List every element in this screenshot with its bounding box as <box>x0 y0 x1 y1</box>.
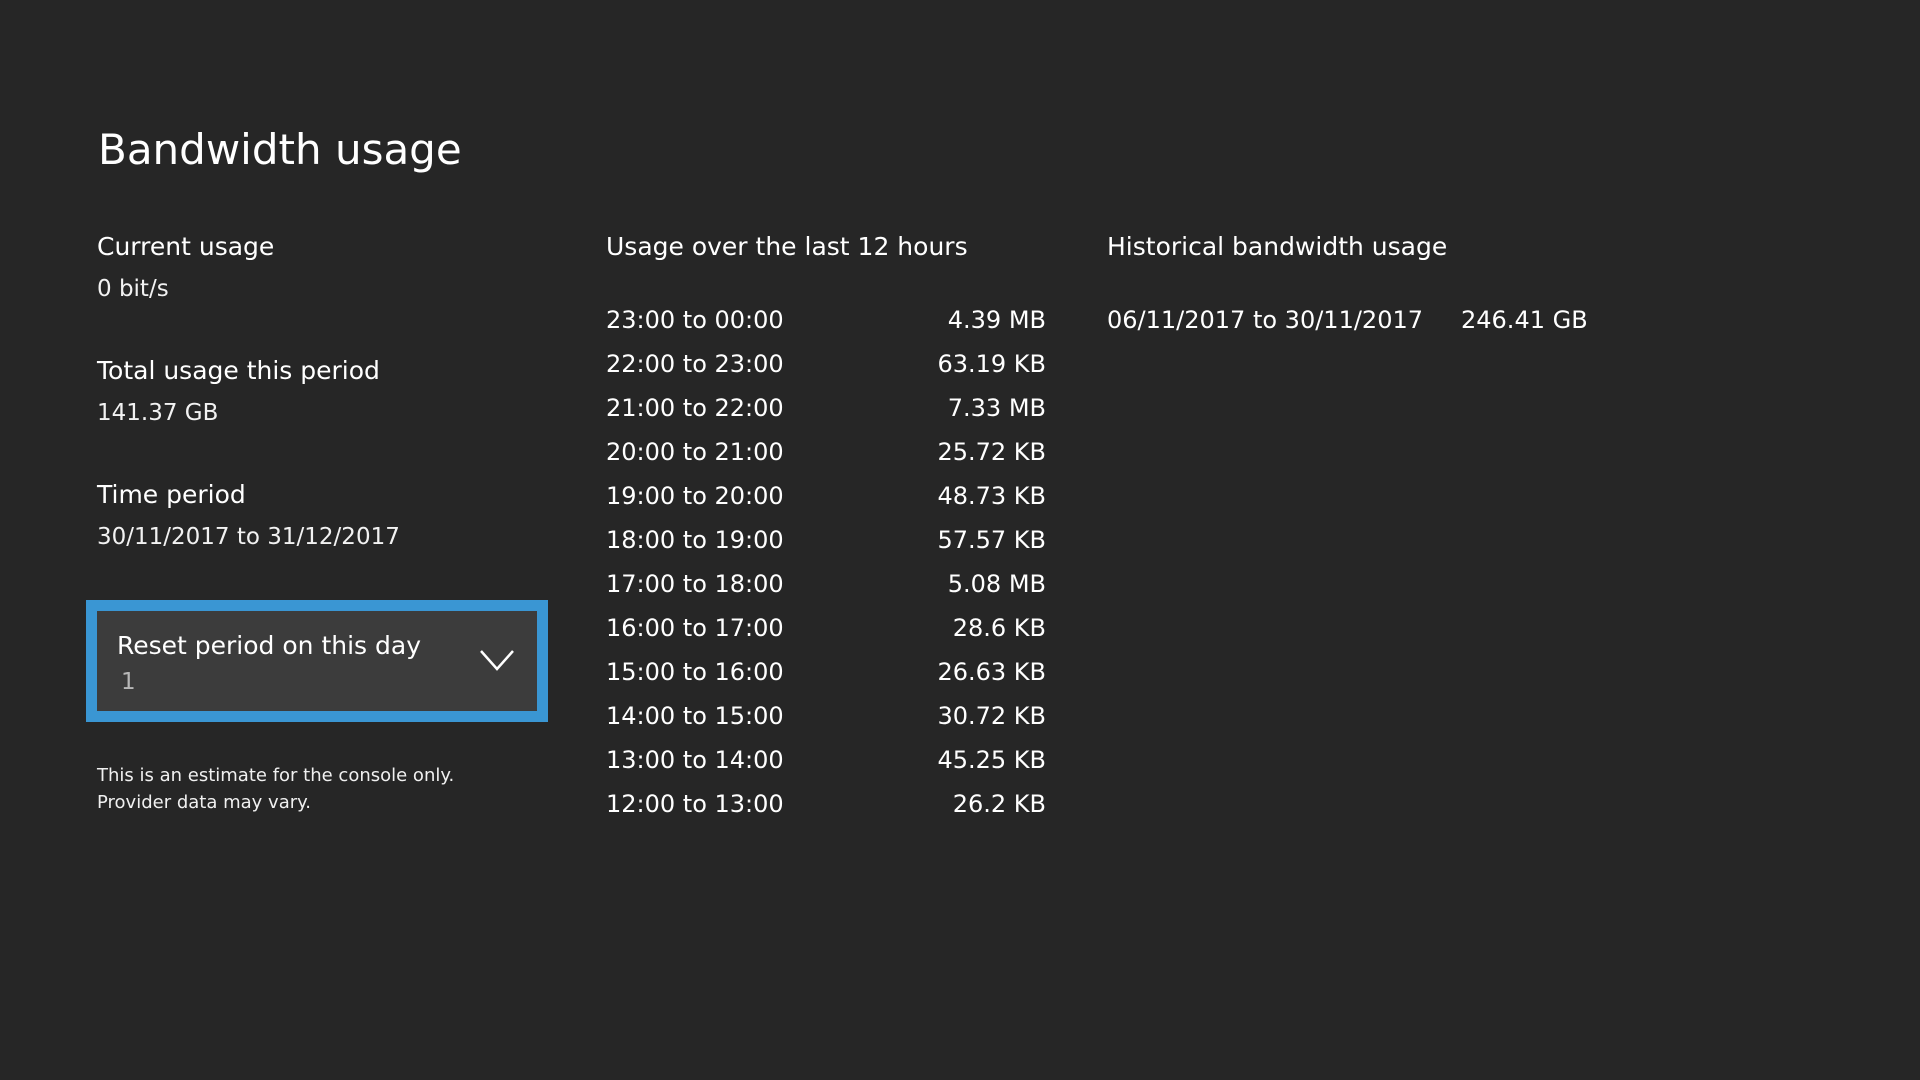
usage-range: 23:00 to 00:00 <box>606 306 784 334</box>
usage-amount: 25.72 KB <box>937 438 1046 466</box>
list-item: 16:00 to 17:00 28.6 KB <box>606 606 1046 650</box>
usage-range: 16:00 to 17:00 <box>606 614 784 642</box>
usage-amount: 5.08 MB <box>947 570 1046 598</box>
total-usage-label: Total usage this period <box>97 356 380 385</box>
usage-amount: 26.63 KB <box>937 658 1046 686</box>
usage-range: 21:00 to 22:00 <box>606 394 784 422</box>
list-item: 12:00 to 13:00 26.2 KB <box>606 782 1046 826</box>
list-item: 20:00 to 21:00 25.72 KB <box>606 430 1046 474</box>
usage-amount: 48.73 KB <box>937 482 1046 510</box>
usage-range: 18:00 to 19:00 <box>606 526 784 554</box>
usage-amount: 26.2 KB <box>952 790 1046 818</box>
usage-amount: 28.6 KB <box>952 614 1046 642</box>
footnote-line-2: Provider data may vary. <box>97 792 311 813</box>
usage-range: 12:00 to 13:00 <box>606 790 784 818</box>
page-title: Bandwidth usage <box>98 125 462 174</box>
historical-amount: 246.41 GB <box>1461 306 1588 334</box>
list-item: 19:00 to 20:00 48.73 KB <box>606 474 1046 518</box>
usage-amount: 57.57 KB <box>937 526 1046 554</box>
historical-usage-list: 06/11/2017 to 30/11/2017 246.41 GB <box>1107 298 1627 342</box>
footnote-line-1: This is an estimate for the console only… <box>97 765 455 786</box>
total-usage-value: 141.37 GB <box>97 400 219 426</box>
usage-range: 13:00 to 14:00 <box>606 746 784 774</box>
recent-usage-heading: Usage over the last 12 hours <box>606 232 968 261</box>
total-usage-block: Total usage this period 141.37 GB <box>97 350 537 434</box>
time-period-label: Time period <box>97 480 246 509</box>
usage-range: 22:00 to 23:00 <box>606 350 784 378</box>
summary-column: Current usage 0 bit/s Total usage this p… <box>97 226 537 598</box>
usage-amount: 30.72 KB <box>937 702 1046 730</box>
current-usage-block: Current usage 0 bit/s <box>97 226 537 310</box>
list-item: 23:00 to 00:00 4.39 MB <box>606 298 1046 342</box>
list-item: 15:00 to 16:00 26.63 KB <box>606 650 1046 694</box>
usage-range: 15:00 to 16:00 <box>606 658 784 686</box>
usage-range: 20:00 to 21:00 <box>606 438 784 466</box>
list-item: 14:00 to 15:00 30.72 KB <box>606 694 1046 738</box>
list-item: 18:00 to 19:00 57.57 KB <box>606 518 1046 562</box>
reset-period-value: 1 <box>121 669 136 695</box>
historical-usage-heading: Historical bandwidth usage <box>1107 232 1448 261</box>
usage-amount: 63.19 KB <box>937 350 1046 378</box>
reset-period-select[interactable]: Reset period on this day 1 <box>86 600 548 722</box>
list-item: 13:00 to 14:00 45.25 KB <box>606 738 1046 782</box>
usage-range: 14:00 to 15:00 <box>606 702 784 730</box>
time-period-block: Time period 30/11/2017 to 31/12/2017 <box>97 474 537 558</box>
recent-usage-list: 23:00 to 00:00 4.39 MB 22:00 to 23:00 63… <box>606 298 1046 826</box>
chevron-down-icon <box>480 650 514 671</box>
time-period-value: 30/11/2017 to 31/12/2017 <box>97 524 400 550</box>
usage-range: 17:00 to 18:00 <box>606 570 784 598</box>
current-usage-label: Current usage <box>97 232 275 261</box>
historical-usage-column: Historical bandwidth usage 06/11/2017 to… <box>1107 226 1627 342</box>
historical-range: 06/11/2017 to 30/11/2017 <box>1107 306 1424 334</box>
list-item: 17:00 to 18:00 5.08 MB <box>606 562 1046 606</box>
bandwidth-usage-page: Bandwidth usage Current usage 0 bit/s To… <box>0 0 1920 1080</box>
usage-amount: 4.39 MB <box>947 306 1046 334</box>
list-item: 06/11/2017 to 30/11/2017 246.41 GB <box>1107 298 1627 342</box>
list-item: 22:00 to 23:00 63.19 KB <box>606 342 1046 386</box>
reset-period-label: Reset period on this day <box>117 631 422 660</box>
current-usage-value: 0 bit/s <box>97 276 169 302</box>
usage-amount: 45.25 KB <box>937 746 1046 774</box>
usage-amount: 7.33 MB <box>947 394 1046 422</box>
usage-range: 19:00 to 20:00 <box>606 482 784 510</box>
list-item: 21:00 to 22:00 7.33 MB <box>606 386 1046 430</box>
recent-usage-column: Usage over the last 12 hours 23:00 to 00… <box>606 226 1046 826</box>
estimate-footnote: This is an estimate for the console only… <box>97 762 454 816</box>
